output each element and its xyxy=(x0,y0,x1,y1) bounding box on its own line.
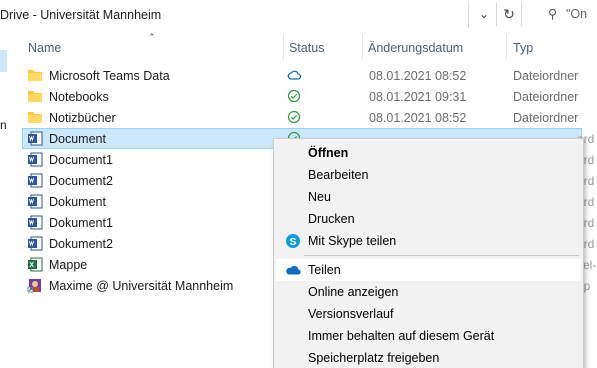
file-row[interactable]: Microsoft Teams Data 08.01.2021 08:52 Da… xyxy=(22,65,597,86)
column-header-status[interactable]: Status xyxy=(284,30,362,63)
check-icon xyxy=(287,89,301,103)
menu-item-label: Neu xyxy=(308,190,331,204)
column-header-date[interactable]: Änderungsdatum xyxy=(363,30,503,63)
column-header-label: Name xyxy=(28,41,62,55)
search-icon: ⚲ xyxy=(548,7,558,21)
refresh-icon: ↻ xyxy=(503,6,515,22)
file-row[interactable]: Notebooks 08.01.2021 09:31 Dateiordner xyxy=(22,86,597,107)
menu-item-share[interactable]: Teilen xyxy=(276,259,581,281)
column-header-label: Änderungsdatum xyxy=(368,41,464,55)
file-row[interactable]: Notizbücher 08.01.2021 08:52 Dateiordner xyxy=(22,107,597,128)
file-type: Dateiordner xyxy=(513,69,579,83)
file-date: 08.01.2021 09:31 xyxy=(369,90,467,104)
context-menu: Öffnen Bearbeiten Neu Drucken S Mit Skyp… xyxy=(273,138,584,368)
menu-item-version-history[interactable]: Versionsverlauf xyxy=(276,303,581,325)
file-name: Mappe xyxy=(49,258,88,272)
search-input[interactable]: ⚲ "On xyxy=(530,2,597,26)
excel-icon xyxy=(27,257,43,272)
file-name: Dokument1 xyxy=(49,216,113,230)
folder-icon xyxy=(27,110,43,125)
menu-separator xyxy=(304,255,579,256)
menu-item-view-online[interactable]: Online anzeigen xyxy=(276,281,581,303)
word-icon xyxy=(27,194,43,209)
menu-item-label: Mit Skype teilen xyxy=(308,234,397,248)
address-bar-area: Drive - Universität Mannheim ⌄ ↻ ⚲ "On xyxy=(0,0,597,30)
column-header-type[interactable]: Typ xyxy=(507,30,597,63)
search-placeholder: "On xyxy=(566,7,588,21)
menu-item-share-skype[interactable]: S Mit Skype teilen xyxy=(276,230,581,252)
file-name: Microsoft Teams Data xyxy=(49,69,170,83)
menu-item-label: Teilen xyxy=(308,263,341,277)
word-icon xyxy=(27,215,43,230)
file-name: Document1 xyxy=(49,153,113,167)
menu-item-always-keep[interactable]: Immer behalten auf diesem Gerät xyxy=(276,325,581,347)
chevron-down-icon: ⌄ xyxy=(478,7,490,21)
check-icon xyxy=(287,110,301,124)
menu-item-label: Bearbeiten xyxy=(308,168,369,182)
menu-item-free-space[interactable]: Speicherplatz freigeben xyxy=(276,347,581,368)
divider xyxy=(468,2,469,28)
file-name: Notebooks xyxy=(49,90,109,104)
column-header-name[interactable]: Name xyxy=(22,30,280,63)
menu-item-new[interactable]: Neu xyxy=(276,186,581,208)
shortcut-icon xyxy=(27,278,43,293)
menu-item-print[interactable]: Drucken xyxy=(276,208,581,230)
svg-text:S: S xyxy=(290,237,297,248)
file-name: Document xyxy=(49,132,106,146)
menu-item-label: Öffnen xyxy=(308,146,349,160)
navigation-selected-item[interactable] xyxy=(0,50,7,72)
menu-item-open[interactable]: Öffnen xyxy=(276,142,581,164)
menu-item-edit[interactable]: Bearbeiten xyxy=(276,164,581,186)
word-icon xyxy=(27,152,43,167)
file-name: Dokument2 xyxy=(49,237,113,251)
file-name: Notizbücher xyxy=(49,111,116,125)
column-header-label: Status xyxy=(289,41,325,55)
file-date: 08.01.2021 08:52 xyxy=(369,111,467,125)
navigation-pane[interactable] xyxy=(0,30,14,368)
file-name: Document2 xyxy=(49,174,113,188)
word-icon xyxy=(27,173,43,188)
file-date: 08.01.2021 08:52 xyxy=(369,69,467,83)
file-name: Dokument xyxy=(49,195,106,209)
cloud-icon xyxy=(287,68,302,82)
menu-item-label: Versionsverlauf xyxy=(308,307,394,321)
file-type: Dateiordner xyxy=(513,90,579,104)
menu-item-label: Immer behalten auf diesem Gerät xyxy=(308,329,495,343)
menu-item-label: Drucken xyxy=(308,212,355,226)
menu-item-label: Online anzeigen xyxy=(308,285,399,299)
file-type: Dateiordner xyxy=(513,111,579,125)
file-name: Maxime @ Universität Mannheim xyxy=(49,279,234,293)
skype-icon: S xyxy=(285,233,301,249)
column-header-label: Typ xyxy=(513,41,534,55)
folder-icon xyxy=(27,68,43,83)
folder-icon xyxy=(27,89,43,104)
address-bar[interactable]: Drive - Universität Mannheim xyxy=(0,4,465,26)
refresh-button[interactable]: ↻ xyxy=(496,2,522,26)
address-history-button[interactable]: ⌄ xyxy=(474,4,494,24)
word-icon xyxy=(27,131,43,146)
navigation-item-label[interactable]: n xyxy=(0,118,7,132)
menu-item-label: Speicherplatz freigeben xyxy=(308,351,440,365)
onedrive-cloud-icon xyxy=(285,262,301,278)
word-icon xyxy=(27,236,43,251)
